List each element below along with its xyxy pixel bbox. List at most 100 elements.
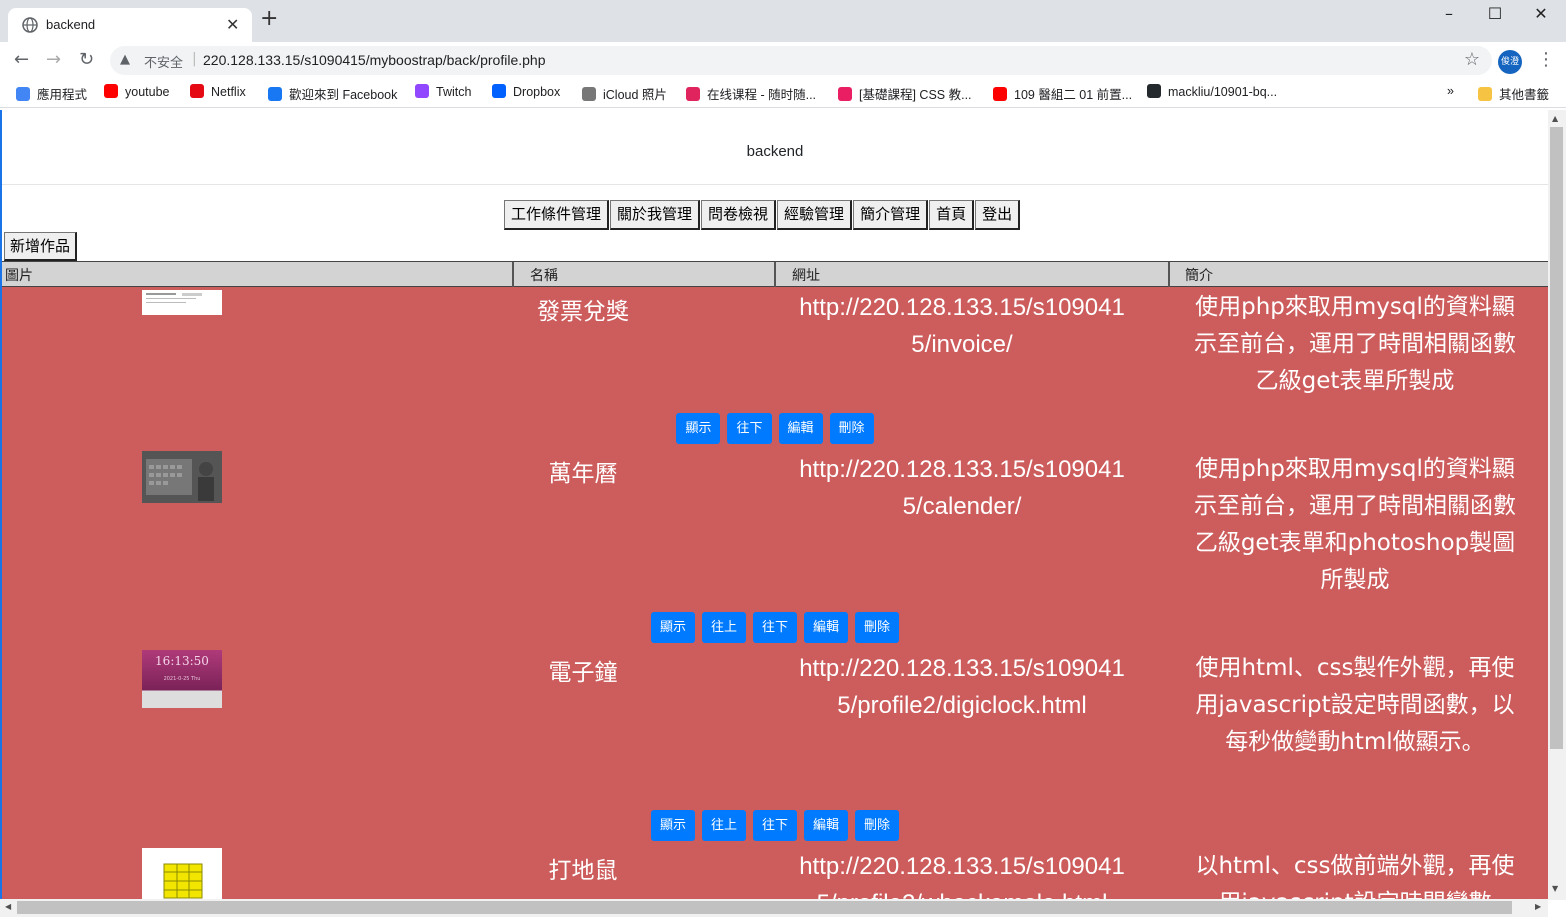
row-action-button[interactable]: 顯示 [676, 413, 721, 444]
work-url: http://220.128.133.15/s1090415/profile2/… [799, 853, 1125, 900]
scroll-right-icon[interactable]: ▶ [1535, 902, 1541, 911]
work-name: 發票兌獎 [537, 299, 629, 325]
facebook-icon [268, 87, 282, 101]
add-work-button[interactable]: 新增作品 [4, 232, 78, 261]
minimize-icon[interactable]: – [1426, 4, 1472, 23]
row-action-button[interactable]: 顯示 [650, 612, 695, 643]
row-action-button[interactable]: 編輯 [778, 413, 823, 444]
row-action-button[interactable]: 刪除 [829, 413, 874, 444]
forward-arrow-icon[interactable]: → [46, 49, 61, 70]
security-label: 不安全 [144, 56, 184, 71]
close-tab-icon[interactable]: ✕ [226, 15, 239, 34]
dropbox-icon [492, 84, 506, 98]
new-tab-button[interactable]: + [260, 8, 278, 30]
bookmark-item[interactable]: Dropbox [492, 84, 560, 99]
bookmark-label: 在线课程 - 随时随... [707, 88, 817, 102]
row-action-button[interactable]: 往下 [752, 810, 797, 841]
work-description: 使用php來取用mysql的資料顯示至前台，運用了時間相關函數乙級get表單和p… [1194, 456, 1516, 593]
row-action-button[interactable]: 往下 [727, 413, 772, 444]
scroll-up-icon[interactable]: ▲ [1552, 114, 1558, 123]
apple-icon [582, 87, 596, 101]
window-close-icon[interactable]: ✕ [1518, 4, 1564, 23]
row-action-button[interactable]: 刪除 [855, 612, 900, 643]
calendar-screenshot-image [146, 459, 214, 501]
netflix-icon [190, 84, 204, 98]
browser-toolbar: ← → ↻ ▲ 不安全 | 220.128.133.15/s1090415/my… [0, 42, 1566, 78]
youtube-icon [993, 87, 1007, 101]
column-header-url: 網址 [792, 268, 820, 284]
bookmark-star-icon[interactable]: ☆ [1464, 49, 1480, 70]
other-bookmarks-folder[interactable]: 其他書籤 [1478, 84, 1549, 103]
row-action-button[interactable]: 編輯 [804, 612, 849, 643]
column-header-name: 名稱 [530, 268, 558, 284]
clock-thumb-time: 16:13:50 [155, 654, 209, 668]
github-icon [1147, 84, 1161, 98]
row-actions: 顯示 往下 編輯 刪除 [2, 413, 1548, 444]
bookmark-label: Netflix [211, 85, 246, 99]
column-divider [774, 262, 776, 287]
work-name: 打地鼠 [548, 858, 618, 884]
column-header-image: 圖片 [5, 268, 33, 284]
address-bar[interactable]: ▲ 不安全 | 220.128.133.15/s1090415/myboostr… [110, 46, 1492, 75]
work-description: 以html、css做前端外觀，再使用javascript設定時間變數 [1195, 853, 1515, 900]
menu-button[interactable]: 關於我管理 [610, 200, 701, 230]
reload-icon[interactable]: ↻ [79, 49, 94, 70]
bookmark-label: Dropbox [513, 85, 561, 99]
menu-button[interactable]: 問卷檢視 [701, 200, 777, 230]
horizontal-scrollbar[interactable]: ◀ ▶ [0, 899, 1548, 917]
bookmark-item[interactable]: 歡迎來到 Facebook [268, 84, 397, 103]
bookmarks-overflow-chevron-icon[interactable]: » [1447, 84, 1454, 98]
works-table-body: 發票兌獎 http://220.128.133.15/s1090415/invo… [2, 287, 1548, 900]
maximize-icon[interactable]: ☐ [1472, 4, 1518, 23]
tab-title: backend [46, 17, 96, 32]
scroll-down-icon[interactable]: ▼ [1552, 884, 1558, 893]
bookmark-item[interactable]: 109 醫組二 01 前置... [993, 84, 1132, 103]
bookmark-item[interactable]: 應用程式 [16, 84, 87, 103]
folder-icon [1478, 87, 1492, 101]
apps-grid-icon [16, 87, 30, 101]
bookmark-item[interactable]: 在线课程 - 随时随... [686, 84, 816, 103]
row-action-button[interactable]: 往上 [701, 612, 746, 643]
menu-button[interactable]: 工作條件管理 [504, 200, 610, 230]
menu-button[interactable]: 首頁 [929, 200, 975, 230]
bookmark-item[interactable]: Netflix [190, 84, 246, 99]
url-text[interactable]: 220.128.133.15/s1090415/myboostrap/back/… [203, 52, 545, 68]
scrollbar-thumb[interactable] [17, 901, 1512, 914]
profile-avatar[interactable]: 俊澄 [1498, 50, 1522, 74]
work-description: 使用html、css製作外觀，再使用javascript設定時間函數，以每秒做變… [1195, 655, 1515, 755]
bookmark-item[interactable]: mackliu/10901-bq... [1147, 84, 1277, 99]
work-thumbnail: 16:13:50 2021-0-25 Thu [142, 650, 222, 708]
back-arrow-icon[interactable]: ← [14, 49, 29, 70]
row-action-button[interactable]: 編輯 [804, 810, 849, 841]
bookmark-label: mackliu/10901-bq... [1168, 85, 1278, 99]
kebab-menu-icon[interactable]: ⋮ [1537, 49, 1555, 70]
row-action-button[interactable]: 往下 [752, 612, 797, 643]
column-divider [1168, 262, 1170, 287]
bookmark-label: [基礎課程] CSS 教... [859, 88, 972, 102]
scroll-left-icon[interactable]: ◀ [5, 902, 11, 911]
menu-button[interactable]: 經驗管理 [777, 200, 853, 230]
menu-button[interactable]: 登出 [975, 200, 1021, 230]
other-bookmarks-label: 其他書籤 [1499, 88, 1550, 102]
bookmark-label: 109 醫組二 01 前置... [1014, 88, 1133, 102]
row-action-button[interactable]: 刪除 [855, 810, 900, 841]
menu-button[interactable]: 簡介管理 [853, 200, 929, 230]
row-action-button[interactable]: 顯示 [650, 810, 695, 841]
work-thumbnail [142, 290, 222, 315]
globe-icon [22, 17, 38, 33]
bookmark-label: Twitch [436, 85, 472, 99]
column-divider [512, 262, 514, 287]
bookmark-item[interactable]: youtube [104, 84, 169, 99]
bookmark-label: 歡迎來到 Facebook [289, 88, 398, 102]
row-action-button[interactable]: 往上 [701, 810, 746, 841]
bookmark-item[interactable]: [基礎課程] CSS 教... [838, 84, 972, 103]
scrollbar-thumb[interactable] [1550, 127, 1563, 749]
bookmark-item[interactable]: iCloud 照片 [582, 84, 667, 103]
bookmark-label: youtube [125, 85, 170, 99]
work-url: http://220.128.133.15/s1090415/invoice/ [799, 294, 1125, 358]
browser-tab[interactable]: backend ✕ [8, 8, 252, 42]
vertical-scrollbar[interactable]: ▲ ▼ [1548, 110, 1566, 900]
table-header: 圖片 名稱 網址 簡介 [2, 261, 1548, 287]
work-description: 使用php來取用mysql的資料顯示至前台，運用了時間相關函數乙級get表單所製… [1194, 294, 1516, 394]
bookmark-item[interactable]: Twitch [415, 84, 471, 99]
